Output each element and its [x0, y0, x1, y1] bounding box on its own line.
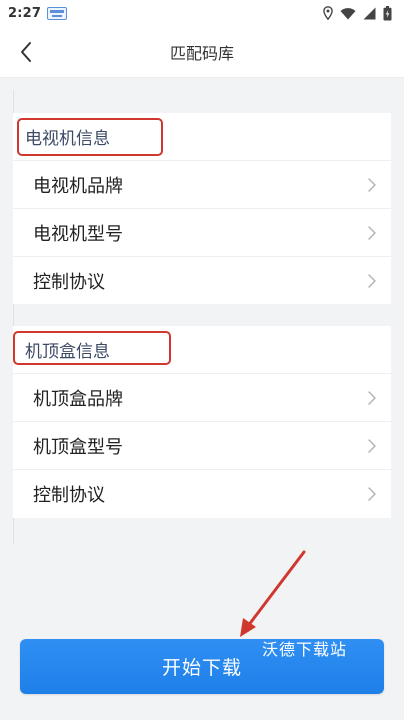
row-label: 电视机型号 [33, 223, 123, 245]
battery-icon [383, 5, 392, 20]
stb-section-header: 机顶盒信息 [13, 326, 391, 374]
signal-icon [363, 7, 376, 19]
status-time: 2:27 [8, 5, 42, 21]
row-label: 电视机品牌 [33, 175, 123, 197]
chevron-right-icon [368, 177, 376, 192]
chevron-right-icon [368, 390, 376, 405]
chevron-right-icon [368, 274, 376, 288]
row-label: 控制协议 [33, 485, 105, 506]
chevron-right-icon [368, 438, 376, 453]
tv-brand-row[interactable]: 电视机品牌 [13, 161, 391, 209]
row-label: 机顶盒品牌 [33, 388, 123, 410]
tv-model-row[interactable]: 电视机型号 [13, 209, 391, 257]
notification-icon [47, 6, 68, 20]
row-label: 控制协议 [33, 272, 105, 293]
tv-protocol-row[interactable]: 控制协议 [13, 257, 391, 305]
stb-brand-row[interactable]: 机顶盒品牌 [13, 374, 391, 422]
stb-model-row[interactable]: 机顶盒型号 [13, 422, 391, 470]
tv-section-header: 电视机信息 [13, 113, 391, 161]
status-icons [323, 5, 392, 21]
start-download-label: 开始下载 [161, 657, 242, 679]
title-bar: 匹配码库 [0, 26, 404, 78]
back-button[interactable] [12, 38, 40, 66]
annotation-arrow [240, 550, 306, 637]
start-download-button[interactable]: 开始下载 [20, 639, 384, 694]
row-label: 机顶盒型号 [33, 436, 123, 458]
stb-protocol-row[interactable]: 控制协议 [13, 470, 391, 518]
chevron-right-icon [368, 225, 376, 240]
page: 2:27 匹配码库 电视机信息 电视机品牌 电视机型号 控制协议 机顶盒信息 机… [0, 0, 404, 720]
location-icon [323, 6, 333, 20]
status-bar: 2:27 [0, 0, 404, 26]
chevron-left-icon [21, 42, 31, 62]
stb-info-section: 机顶盒信息 机顶盒品牌 机顶盒型号 控制协议 [13, 326, 391, 518]
tv-info-section: 电视机信息 电视机品牌 电视机型号 控制协议 [13, 113, 391, 304]
wifi-icon [340, 7, 356, 20]
page-title: 匹配码库 [169, 43, 234, 63]
chevron-right-icon [368, 487, 376, 501]
